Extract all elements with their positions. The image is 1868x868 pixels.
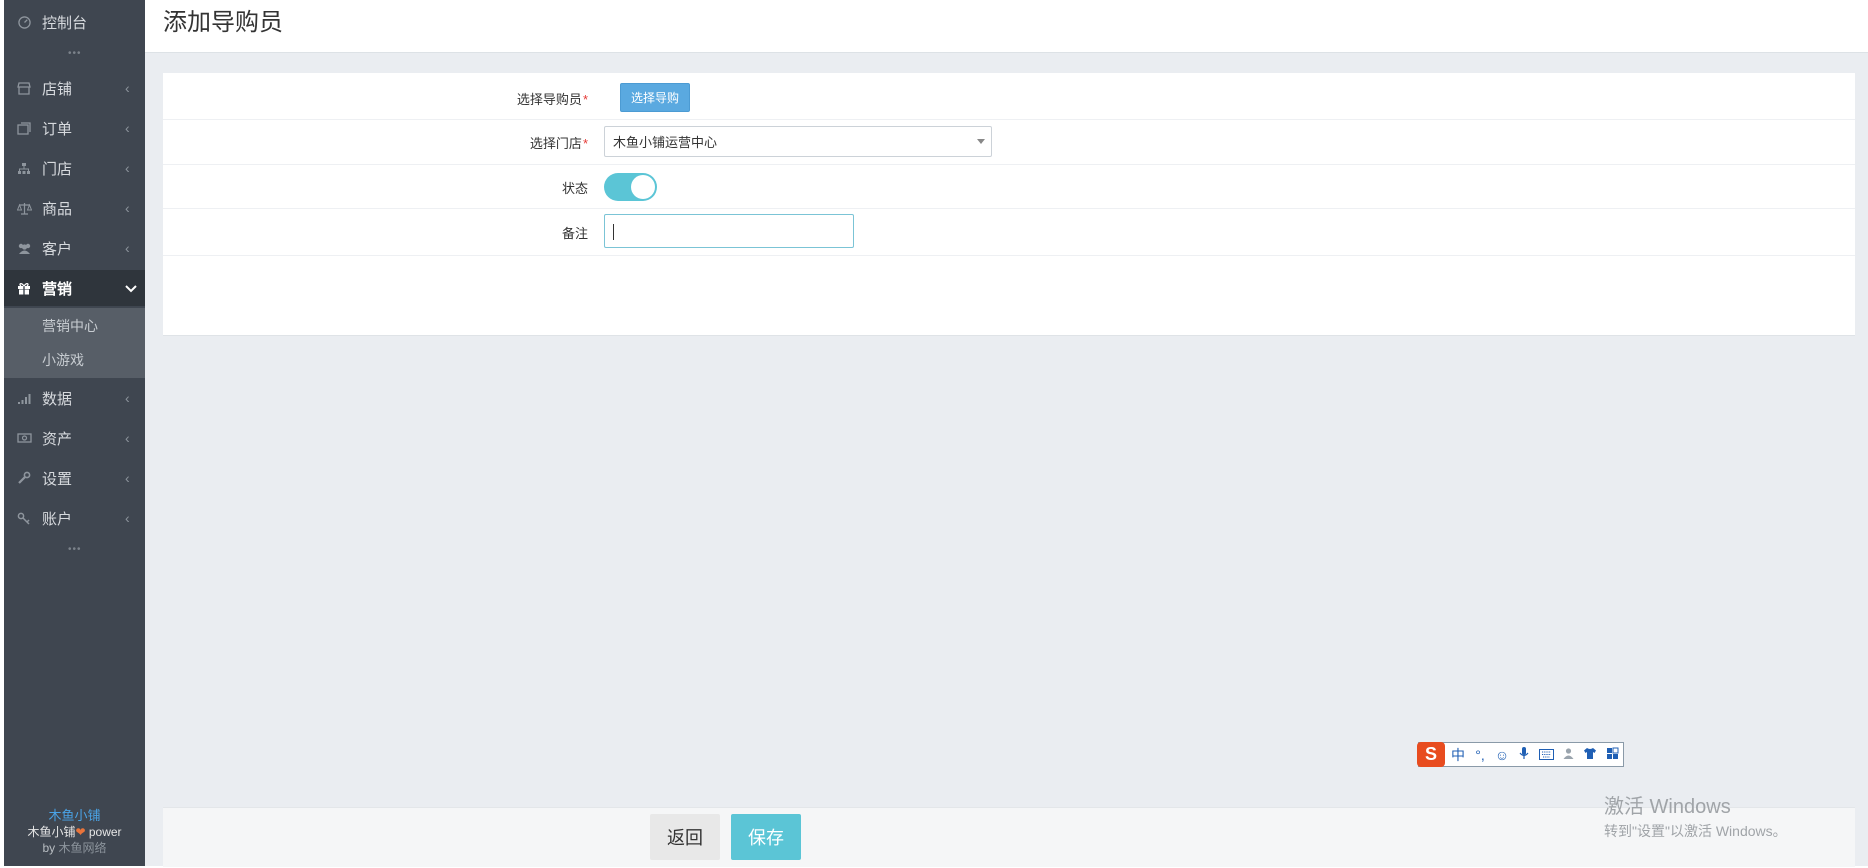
sidebar-item-store[interactable]: 门店 ‹: [4, 150, 145, 186]
ime-lang-toggle[interactable]: 中: [1449, 745, 1467, 765]
store-select[interactable]: 木鱼小铺运营中心: [604, 126, 992, 157]
order-icon: [16, 120, 32, 136]
sidebar-item-data[interactable]: 数据 ‹: [4, 380, 145, 416]
power-text: 木鱼小铺❤ power: [4, 824, 145, 840]
chevron-left-icon: ‹: [125, 160, 130, 176]
toggle-knob: [631, 175, 655, 199]
power-suffix: power: [85, 825, 122, 839]
store-label-text: 选择门店: [529, 136, 582, 151]
brand-link[interactable]: 木鱼小铺: [4, 808, 145, 824]
sidebar-item-label: 控制台: [42, 14, 88, 32]
chevron-left-icon: ‹: [125, 80, 130, 96]
sogou-logo-icon[interactable]: S: [1417, 742, 1445, 767]
chevron-down-icon: [125, 280, 145, 296]
text-cursor: [613, 224, 614, 240]
sidebar-item-account[interactable]: 账户 ‹: [4, 500, 145, 536]
page-header: 添加导购员: [145, 0, 1868, 53]
form-card: 选择导购员* 选择导购 选择门店* 木鱼小铺运营中心 状态 备注: [163, 73, 1855, 336]
chevron-left-icon: ‹: [125, 390, 130, 406]
signal-icon: [16, 390, 32, 406]
sidebar: 控制台 ••• 店铺 ‹ 订单 ‹ 门店 ‹ 商品 ‹ 客户 ‹ 营销 营销中心…: [4, 0, 145, 866]
remark-label: 备注: [561, 226, 588, 241]
heart-icon: ❤: [75, 825, 86, 839]
status-label: 状态: [561, 181, 588, 196]
sidebar-item-label: 资产: [42, 430, 73, 448]
remark-input[interactable]: [604, 214, 854, 248]
sidebar-divider: •••: [68, 48, 82, 59]
sidebar-item-order[interactable]: 订单 ‹: [4, 110, 145, 146]
store-label: 选择门店*: [530, 133, 588, 152]
windows-activation-watermark: 激活 Windows 转到"设置"以激活 Windows。: [1604, 790, 1787, 841]
skin-shirt-icon[interactable]: [1581, 747, 1599, 763]
shop-icon: [16, 80, 32, 96]
sidebar-item-label: 数据: [42, 390, 73, 408]
money-icon: [16, 430, 32, 446]
form-row-guide: 选择导购员* 选择导购: [163, 73, 1855, 120]
sidebar-item-label: 账户: [42, 510, 73, 528]
watermark-line1: 激活 Windows: [1604, 796, 1731, 818]
users-icon: [16, 240, 32, 256]
sidebar-item-label: 营销: [42, 280, 73, 298]
sidebar-item-goods[interactable]: 商品 ‹: [4, 190, 145, 226]
save-button[interactable]: 保存: [731, 814, 801, 860]
sidebar-item-label: 订单: [42, 120, 73, 138]
chevron-left-icon: ‹: [125, 470, 130, 486]
key-icon: [16, 510, 32, 526]
status-toggle[interactable]: [604, 173, 657, 201]
page-title: 添加导购员: [163, 9, 283, 36]
back-button[interactable]: 返回: [650, 814, 720, 860]
choose-guide-button[interactable]: 选择导购: [620, 83, 690, 112]
chevron-left-icon: ‹: [125, 120, 130, 136]
scale-icon: [16, 200, 32, 216]
sidebar-item-label: 商品: [42, 200, 73, 218]
chevron-left-icon: ‹: [125, 510, 130, 526]
sidebar-subitem-marketing-center[interactable]: 营销中心: [42, 316, 98, 336]
by-prefix: by: [42, 841, 59, 855]
action-bar: 返回 保存: [163, 807, 1855, 867]
company-link[interactable]: 木鱼网络: [59, 841, 107, 855]
chevron-left-icon: ‹: [125, 430, 130, 446]
gift-icon: [16, 280, 32, 296]
sidebar-item-label: 店铺: [42, 80, 73, 98]
sidebar-item-dashboard[interactable]: 控制台: [4, 4, 145, 40]
sidebar-item-marketing[interactable]: 营销: [4, 270, 145, 306]
sidebar-item-assets[interactable]: 资产 ‹: [4, 420, 145, 456]
sidebar-item-label: 门店: [42, 160, 73, 178]
ime-toolbar: S 中 °, ☺: [1417, 742, 1624, 767]
microphone-icon[interactable]: [1515, 746, 1533, 763]
by-text: by 木鱼网络: [4, 840, 145, 856]
sidebar-divider: •••: [68, 544, 82, 555]
sidebar-item-label: 客户: [42, 240, 73, 258]
sidebar-submenu: 营销中心 小游戏: [4, 308, 145, 378]
wrench-icon: [16, 470, 32, 486]
keyboard-icon[interactable]: [1537, 747, 1555, 763]
sidebar-item-settings[interactable]: 设置 ‹: [4, 460, 145, 496]
dashboard-icon: [16, 14, 32, 30]
guide-label-text: 选择导购员: [516, 92, 582, 107]
store-select-value: 木鱼小铺运营中心: [613, 135, 718, 150]
required-mark: *: [582, 136, 588, 151]
guide-label: 选择导购员*: [517, 89, 588, 108]
power-prefix: 木鱼小铺: [27, 825, 76, 839]
sitemap-icon: [16, 160, 32, 176]
watermark-line2: 转到"设置"以激活 Windows。: [1604, 823, 1787, 839]
sidebar-subitem-mini-game[interactable]: 小游戏: [42, 350, 84, 370]
sidebar-item-customer[interactable]: 客户 ‹: [4, 230, 145, 266]
ime-punct-toggle[interactable]: °,: [1471, 747, 1489, 763]
form-row-store: 选择门店* 木鱼小铺运营中心: [163, 120, 1855, 165]
emoji-icon[interactable]: ☺: [1493, 747, 1511, 763]
sidebar-item-shop[interactable]: 店铺 ‹: [4, 70, 145, 106]
sidebar-footer: 木鱼小铺 木鱼小铺❤ power by 木鱼网络: [4, 808, 145, 856]
chevron-left-icon: ‹: [125, 240, 130, 256]
chevron-left-icon: ‹: [125, 200, 130, 216]
caret-down-icon: [977, 139, 985, 144]
required-mark: *: [582, 92, 588, 107]
form-row-status: 状态: [163, 165, 1855, 209]
toolbox-grid-icon[interactable]: [1603, 747, 1621, 763]
user-icon[interactable]: [1559, 747, 1577, 763]
form-row-remark: 备注: [163, 209, 1855, 256]
sidebar-item-label: 设置: [42, 470, 73, 488]
